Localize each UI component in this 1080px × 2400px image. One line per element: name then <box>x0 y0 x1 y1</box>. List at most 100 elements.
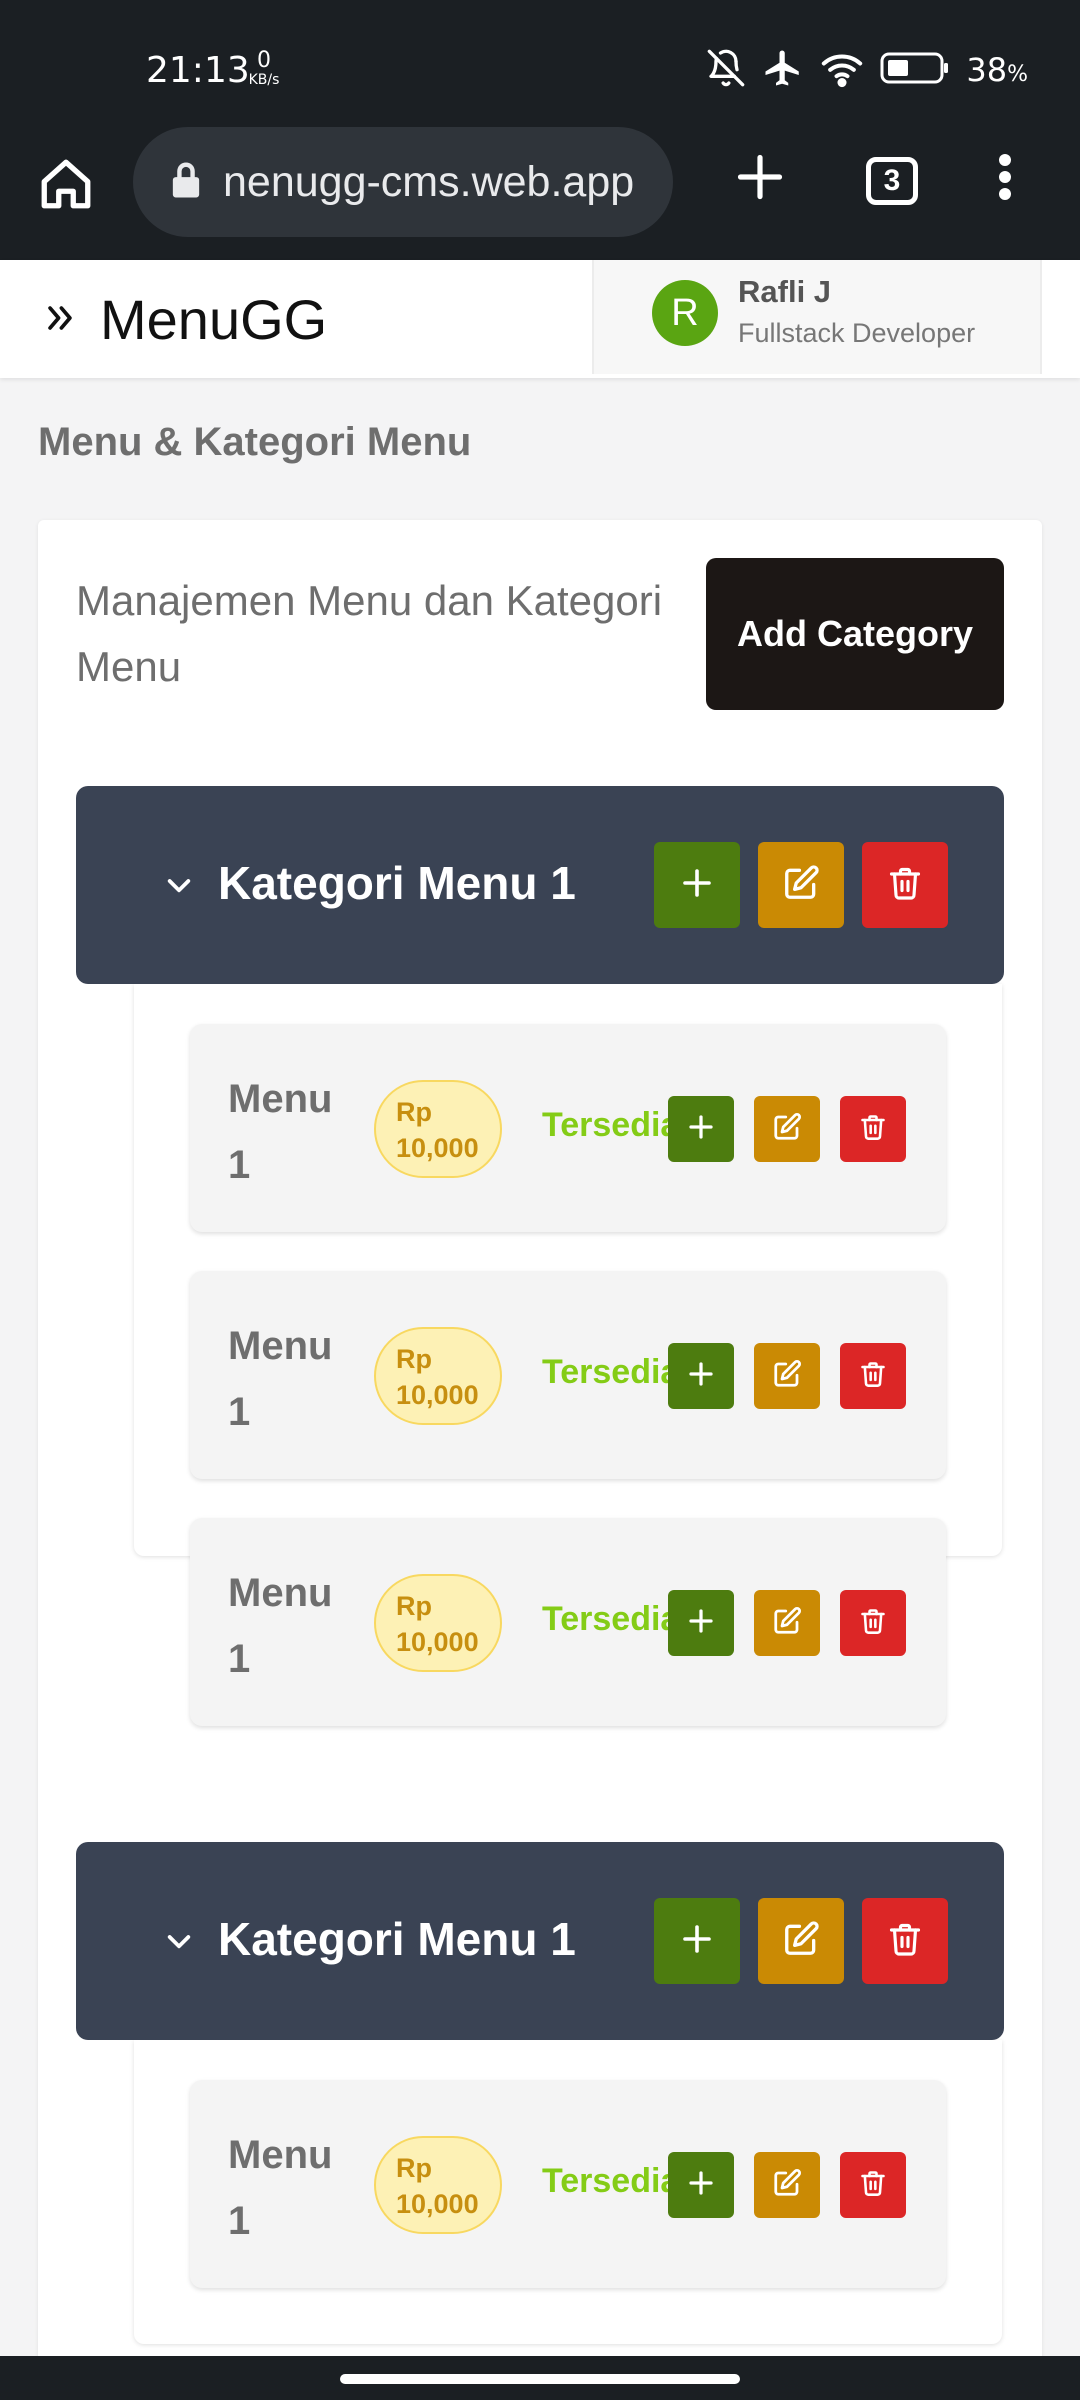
delete-category-button[interactable] <box>862 1898 948 1984</box>
user-name: Rafli J <box>738 274 832 309</box>
home-gesture-handle[interactable] <box>340 2374 740 2384</box>
card-title: Manajemen Menu dan Kategori Menu <box>76 577 663 690</box>
delete-menu-button[interactable] <box>840 2152 906 2218</box>
status-badge: Tersedia <box>542 1353 668 1391</box>
chevron-down-icon[interactable] <box>156 1918 202 1964</box>
menu-item-name: Menu 1 <box>228 1324 333 1434</box>
wifi-icon <box>820 48 864 93</box>
category-title: Kategori Menu 1 <box>218 857 576 909</box>
delete-menu-button[interactable] <box>840 1590 906 1656</box>
battery-icon <box>880 51 950 90</box>
new-tab-button[interactable] <box>724 143 796 215</box>
user-role: Fullstack Developer <box>738 318 976 348</box>
app-brand: MenuGG <box>100 288 328 351</box>
category-items-panel: Menu 1 Rp 10,000 Tersedia <box>134 2040 1002 2344</box>
add-submenu-button[interactable] <box>668 1096 734 1162</box>
url-text: nenugg-cms.web.app <box>223 157 635 206</box>
trash-icon <box>887 864 923 907</box>
status-badge: Tersedia <box>542 1106 668 1144</box>
delete-menu-button[interactable] <box>840 1096 906 1162</box>
edit-category-button[interactable] <box>758 1898 844 1984</box>
trash-icon <box>859 1606 887 1641</box>
trash-icon <box>859 1112 887 1147</box>
menu-item-name: Menu 1 <box>228 1077 333 1187</box>
plus-icon <box>686 1112 716 1147</box>
price-currency: Rp <box>396 2153 432 2183</box>
category-header[interactable]: Kategori Menu 1 <box>76 1842 1004 2040</box>
price-value: 10,000 <box>396 1627 479 1657</box>
plus-icon <box>686 1359 716 1394</box>
browser-menu-button[interactable] <box>980 143 1030 215</box>
edit-icon <box>772 2168 802 2203</box>
menu-item-name: Menu 1 <box>228 1571 333 1681</box>
category-title: Kategori Menu 1 <box>218 1913 576 1965</box>
plus-icon <box>686 2168 716 2203</box>
status-time: 21:13 <box>146 50 250 91</box>
plus-icon <box>679 1921 715 1962</box>
bell-off-icon <box>706 48 746 93</box>
menu-item-name: Menu 1 <box>228 2133 333 2243</box>
edit-icon <box>772 1112 802 1147</box>
trash-icon <box>859 2168 887 2203</box>
battery-percent: 38% <box>966 51 1028 89</box>
page-title: Menu & Kategori Menu <box>38 420 472 464</box>
edit-icon <box>772 1606 802 1641</box>
edit-icon <box>782 1920 820 1963</box>
edit-menu-button[interactable] <box>754 2152 820 2218</box>
plus-icon <box>734 151 786 208</box>
edit-menu-button[interactable] <box>754 1590 820 1656</box>
add-submenu-button[interactable] <box>668 2152 734 2218</box>
price-value: 10,000 <box>396 2189 479 2219</box>
delete-menu-button[interactable] <box>840 1343 906 1409</box>
trash-icon <box>859 1359 887 1394</box>
plus-icon <box>679 865 715 906</box>
delete-category-button[interactable] <box>862 842 948 928</box>
price-currency: Rp <box>396 1344 432 1374</box>
edit-category-button[interactable] <box>758 842 844 928</box>
edit-menu-button[interactable] <box>754 1096 820 1162</box>
user-profile[interactable]: R Rafli J Fullstack Developer <box>592 260 1042 374</box>
add-menu-button[interactable] <box>654 1898 740 1984</box>
status-badge: Tersedia <box>542 1600 668 1638</box>
home-button[interactable] <box>30 150 102 222</box>
price-badge: Rp 10,000 <box>374 1574 502 1672</box>
home-icon <box>37 155 95 218</box>
browser-toolbar: nenugg-cms.web.app 3 <box>0 125 1080 260</box>
price-value: 10,000 <box>396 1380 479 1410</box>
price-currency: Rp <box>396 1097 432 1127</box>
status-icons: 38% <box>706 48 1028 92</box>
list-item: Menu 1 Rp 10,000 Tersedia <box>190 1024 946 1232</box>
category-header[interactable]: Kategori Menu 1 <box>76 786 1004 984</box>
status-badge: Tersedia <box>542 2162 668 2200</box>
list-item: Menu 1 Rp 10,000 Tersedia <box>190 1518 946 1726</box>
status-bar: 21:13 0 KB/s 38% <box>0 0 1080 125</box>
add-submenu-button[interactable] <box>668 1343 734 1409</box>
menu-management-card: Manajemen Menu dan Kategori Menu Add Cat… <box>38 520 1042 2400</box>
price-badge: Rp 10,000 <box>374 1080 502 1178</box>
edit-icon <box>782 864 820 907</box>
network-speed-unit: KB/s <box>248 72 280 88</box>
list-item: Menu 1 Rp 10,000 Tersedia <box>190 2080 946 2288</box>
price-badge: Rp 10,000 <box>374 1327 502 1425</box>
sidebar-toggle-button[interactable] <box>38 290 82 350</box>
price-currency: Rp <box>396 1591 432 1621</box>
add-category-button[interactable]: Add Category <box>706 558 1004 710</box>
list-item: Menu 1 Rp 10,000 Tersedia <box>190 1271 946 1479</box>
lock-icon <box>171 161 201 204</box>
more-vertical-icon <box>998 153 1012 206</box>
chevron-down-icon[interactable] <box>156 862 202 908</box>
plus-icon <box>686 1606 716 1641</box>
tab-switcher-button[interactable]: 3 <box>866 157 918 205</box>
edit-menu-button[interactable] <box>754 1343 820 1409</box>
address-bar[interactable]: nenugg-cms.web.app <box>133 127 673 237</box>
trash-icon <box>887 1920 923 1963</box>
category-items-panel: Menu 1 Rp 10,000 Tersedia Menu 1 Rp 10,0… <box>134 984 1002 1726</box>
avatar: R <box>652 280 718 346</box>
chevrons-right-icon <box>43 301 77 340</box>
price-value: 10,000 <box>396 1133 479 1163</box>
add-menu-button[interactable] <box>654 842 740 928</box>
app-header: MenuGG R Rafli J Fullstack Developer <box>0 260 1080 378</box>
price-badge: Rp 10,000 <box>374 2136 502 2234</box>
network-speed-value: 0 <box>257 48 271 73</box>
add-submenu-button[interactable] <box>668 1590 734 1656</box>
